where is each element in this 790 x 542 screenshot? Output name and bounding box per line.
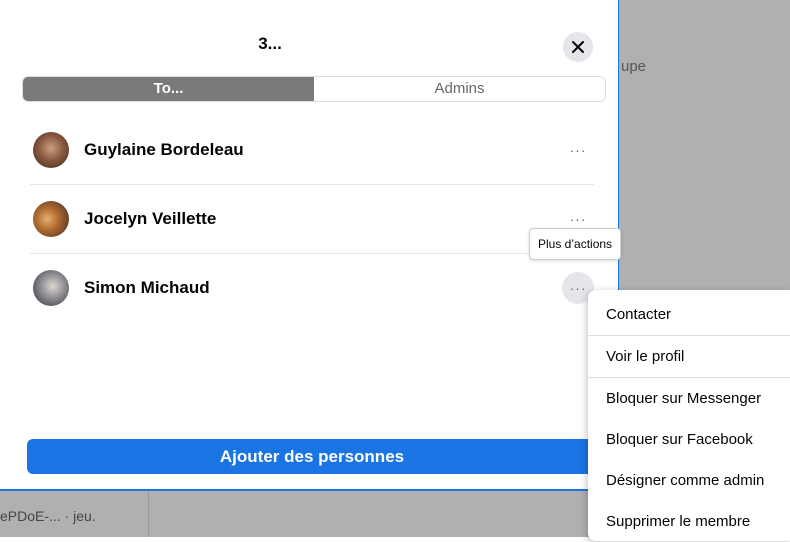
dialog-title: 3... [258, 34, 282, 53]
close-icon [572, 41, 584, 53]
avatar[interactable] [33, 270, 69, 306]
menu-item-block-facebook[interactable]: Bloquer sur Facebook [588, 419, 790, 460]
members-dialog: 3... To... Admins Guylaine Bordeleau ···… [0, 0, 618, 489]
member-list: Guylaine Bordeleau ··· Jocelyn Veillette… [30, 116, 594, 322]
menu-item-make-admin[interactable]: Désigner comme admin [588, 460, 790, 501]
more-actions-tooltip: Plus d’actions [529, 228, 622, 260]
member-row[interactable]: Jocelyn Veillette ··· [30, 184, 594, 253]
member-row[interactable]: Simon Michaud ··· [30, 253, 594, 322]
menu-item-view-profile[interactable]: Voir le profil [588, 336, 790, 377]
member-row[interactable]: Guylaine Bordeleau ··· [30, 116, 594, 184]
background-separator [148, 491, 149, 537]
member-name[interactable]: Guylaine Bordeleau [84, 140, 244, 160]
menu-item-contact[interactable]: Contacter [588, 294, 790, 335]
member-name[interactable]: Jocelyn Veillette [84, 209, 216, 229]
background-text-right: upe [621, 58, 647, 75]
more-actions-button[interactable]: ··· [562, 134, 594, 166]
member-name[interactable]: Simon Michaud [84, 278, 210, 298]
avatar[interactable] [33, 132, 69, 168]
background-text-bottom: ePDoE-... · jeu. [0, 508, 96, 524]
tab-all[interactable]: To... [23, 77, 314, 101]
member-tabs: To... Admins [22, 76, 606, 102]
avatar[interactable] [33, 201, 69, 237]
dialog-bottom-border [0, 489, 619, 491]
add-people-button[interactable]: Ajouter des personnes [27, 439, 597, 474]
menu-item-block-messenger[interactable]: Bloquer sur Messenger [588, 378, 790, 419]
close-button[interactable] [563, 32, 593, 62]
member-context-menu: Contacter Voir le profil Bloquer sur Mes… [588, 290, 790, 541]
menu-item-remove-member[interactable]: Supprimer le membre [588, 501, 790, 542]
tab-admins[interactable]: Admins [314, 77, 605, 101]
